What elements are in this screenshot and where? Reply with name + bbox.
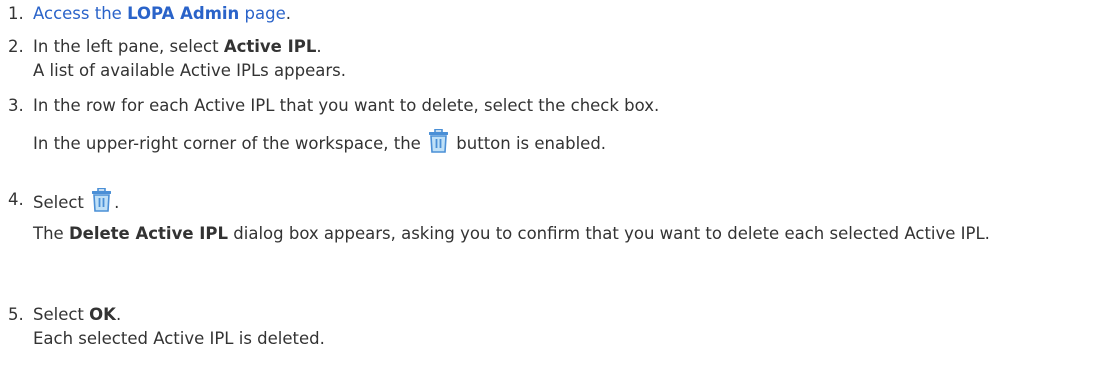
step-text: In the row for each Active IPL that you … xyxy=(33,96,660,115)
step-number: 5. xyxy=(8,305,24,324)
lopa-admin-link[interactable]: Access the LOPA Admin page xyxy=(33,4,286,23)
trash-icon xyxy=(428,129,449,153)
trash-icon xyxy=(91,188,112,212)
step-bold: Active IPL xyxy=(223,37,317,56)
link-text-post: page xyxy=(239,4,286,23)
step-end: . xyxy=(316,37,322,56)
step-result-post: button is enabled. xyxy=(451,134,607,153)
step-number: 1. xyxy=(8,4,24,23)
step-text: Select xyxy=(33,193,90,212)
step-bold: OK xyxy=(89,305,116,324)
step-text: Select xyxy=(33,305,90,324)
step-number: 2. xyxy=(8,37,24,56)
dialog-name: Delete Active IPL xyxy=(68,224,229,243)
step-result-pre: In the upper-right corner of the workspa… xyxy=(33,134,427,153)
step-number: 3. xyxy=(8,96,24,115)
link-text-pre: Access the xyxy=(33,4,128,23)
link-text-bold: LOPA Admin xyxy=(127,4,240,23)
step-end: . xyxy=(114,193,120,212)
step-text: In the left pane, select xyxy=(33,37,224,56)
step-result: Each selected Active IPL is deleted. xyxy=(33,329,325,348)
step-result: A list of available Active IPLs appears. xyxy=(33,61,346,80)
step-end: . xyxy=(115,305,122,324)
step-result-rest: dialog box appears, asking you to confir… xyxy=(228,224,990,243)
step-end: . xyxy=(285,4,292,23)
step-result-lead: The xyxy=(33,224,69,243)
step-number: 4. xyxy=(8,190,24,209)
